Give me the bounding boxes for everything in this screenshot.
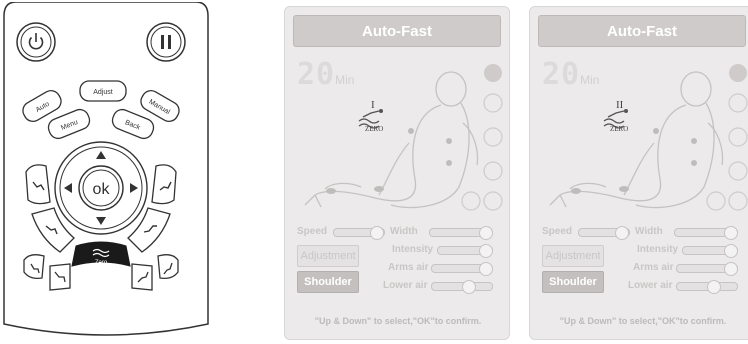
speed-slider-knob[interactable] — [370, 226, 384, 240]
area-indicator-4 — [706, 191, 726, 211]
area-indicator-1 — [728, 93, 748, 113]
zero-button[interactable]: Zero — [71, 241, 131, 267]
speed-slider[interactable] — [333, 226, 385, 240]
massage-mode-icon — [729, 64, 747, 82]
lower-air-slider-knob[interactable] — [462, 280, 476, 294]
area-indicator-2 — [483, 127, 503, 147]
speed-label: Speed — [542, 226, 573, 237]
arms-air-label: Arms air — [388, 262, 429, 273]
massage-mode-icon — [484, 64, 502, 82]
arms-air-slider-knob[interactable] — [724, 262, 738, 276]
ok-button[interactable]: ok — [78, 165, 124, 211]
intensity-slider-knob[interactable] — [479, 244, 493, 258]
arms-air-label: Arms air — [633, 262, 674, 273]
adjust-button[interactable]: Adjust — [79, 80, 127, 102]
intensity-label: Intensity — [637, 244, 679, 255]
ok-label: ok — [93, 181, 111, 198]
shoulder-button[interactable]: Shoulder — [542, 271, 604, 293]
arms-air-slider[interactable] — [676, 262, 738, 276]
chair-body-figure — [304, 64, 503, 211]
power-button[interactable] — [16, 22, 56, 62]
lower-air-slider-knob[interactable] — [707, 280, 721, 294]
lower-air-slider[interactable] — [676, 280, 738, 294]
width-slider-knob[interactable] — [724, 226, 738, 240]
area-indicator-1 — [483, 93, 503, 113]
width-label: Width — [635, 226, 663, 237]
intensity-slider[interactable] — [682, 244, 738, 258]
foot-button-2[interactable] — [49, 263, 71, 291]
navigation-hint: "Up & Down" to select,"OK"to confirm. — [314, 316, 482, 326]
width-slider[interactable] — [674, 226, 738, 240]
massage-screen-2: Auto-Fast 20Min II ZERO Speed Width Adju… — [529, 6, 748, 340]
zero-gravity-indicator: I ZERO — [357, 99, 397, 137]
adjustment-button[interactable]: Adjustment — [297, 245, 359, 267]
width-slider[interactable] — [429, 226, 493, 240]
recline-back-button[interactable] — [25, 164, 51, 205]
zero-gravity-indicator: II ZERO — [602, 99, 642, 137]
zero-label: ZERO — [365, 125, 384, 133]
arms-air-slider[interactable] — [431, 262, 493, 276]
arms-air-slider-knob[interactable] — [479, 262, 493, 276]
shoulder-button[interactable]: Shoulder — [297, 271, 359, 293]
foot-button-3[interactable] — [131, 263, 153, 291]
remote-control: Auto Adjust Manual Menu Back ok Zero — [3, 2, 209, 336]
lower-air-label: Lower air — [383, 280, 428, 291]
intensity-slider-knob[interactable] — [724, 244, 738, 258]
foot-button-1[interactable] — [23, 254, 45, 280]
intensity-label: Intensity — [392, 244, 434, 255]
area-indicator-5 — [483, 191, 503, 211]
width-label: Width — [390, 226, 418, 237]
program-title: Auto-Fast — [293, 15, 501, 47]
chair-body-figure — [549, 64, 748, 211]
area-indicator-5 — [728, 191, 748, 211]
recline-forward-button[interactable] — [151, 164, 177, 205]
massage-screen-1: Auto-Fast 20Min I ZERO Speed Width Adjus… — [284, 6, 510, 340]
zero-label: Zero — [95, 260, 108, 266]
area-indicator-4 — [461, 191, 481, 211]
speed-slider-knob[interactable] — [615, 226, 629, 240]
program-title: Auto-Fast — [538, 15, 746, 47]
adjust-label: Adjust — [93, 89, 113, 96]
intensity-slider[interactable] — [437, 244, 493, 258]
speed-slider[interactable] — [578, 226, 630, 240]
width-slider-knob[interactable] — [479, 226, 493, 240]
zero-label: ZERO — [610, 125, 629, 133]
foot-button-4[interactable] — [157, 254, 179, 280]
adjustment-button[interactable]: Adjustment — [542, 245, 604, 267]
navigation-hint: "Up & Down" to select,"OK"to confirm. — [559, 316, 727, 326]
speed-label: Speed — [297, 226, 328, 237]
area-indicator-3 — [483, 161, 503, 181]
area-indicator-3 — [728, 161, 748, 181]
area-indicator-2 — [728, 127, 748, 147]
lower-air-label: Lower air — [628, 280, 673, 291]
lower-air-slider[interactable] — [431, 280, 493, 294]
pause-button[interactable] — [146, 22, 186, 62]
